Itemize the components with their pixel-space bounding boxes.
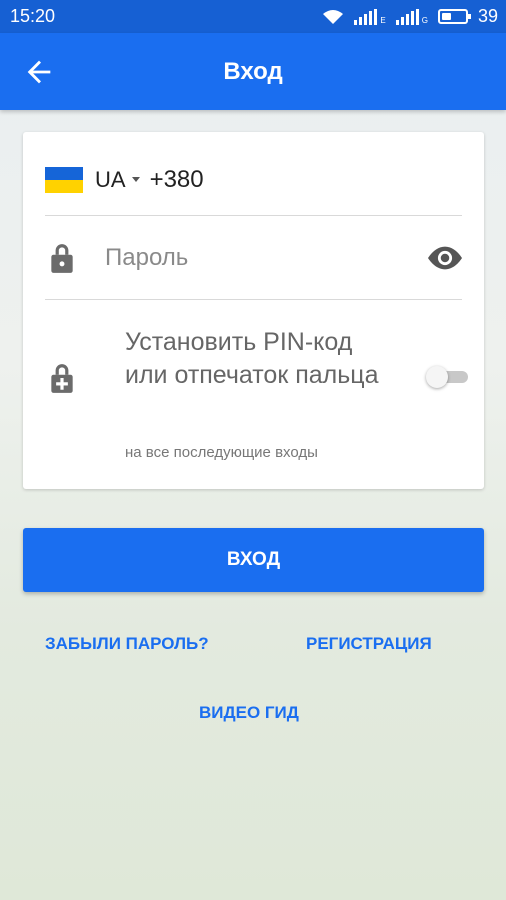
country-code-selector[interactable]: UA (95, 167, 150, 193)
battery-fill (441, 13, 451, 20)
battery-icon (437, 9, 471, 24)
video-guide-link[interactable]: ВИДЕО ГИД (199, 703, 299, 723)
status-time: 15:20 (10, 6, 56, 26)
ukraine-flag-icon (45, 166, 83, 193)
sim1-network-label: E (380, 15, 386, 25)
signal-sim1-icon: E (354, 8, 386, 25)
country-code-label: UA (95, 166, 126, 192)
arrow-back-icon[interactable] (22, 55, 56, 89)
page-title: Вход (223, 57, 283, 85)
pin-sublabel: на все последующие входы (125, 444, 318, 461)
pin-setup-label: Установить PIN-код или отпечаток пальца (125, 328, 379, 389)
caret-down-icon (131, 177, 140, 182)
status-bar: 15:20 E G 39 (0, 0, 506, 33)
forgot-password-link[interactable]: ЗАБЫЛИ ПАРОЛЬ? (45, 634, 209, 654)
password-input[interactable] (105, 243, 428, 272)
lock-icon (51, 243, 73, 273)
app-bar: Вход (0, 33, 506, 110)
wifi-icon (323, 9, 344, 24)
login-card: UA Установить PIN-код или отпечаток паль… (23, 132, 484, 489)
eye-icon[interactable] (428, 246, 462, 270)
signal-sim2-icon: G (395, 8, 428, 25)
password-row (45, 216, 462, 300)
phone-input[interactable] (149, 165, 350, 194)
lock-plus-icon (51, 364, 73, 393)
login-button[interactable]: ВХОД (23, 528, 484, 592)
sim2-network-label: G (421, 15, 428, 25)
register-link[interactable]: РЕГИСТРАЦИЯ (306, 634, 432, 654)
status-icons: E G 39 (322, 6, 498, 27)
pin-toggle[interactable] (426, 364, 470, 388)
phone-row: UA (45, 144, 462, 216)
battery-percent: 39 (477, 6, 498, 26)
